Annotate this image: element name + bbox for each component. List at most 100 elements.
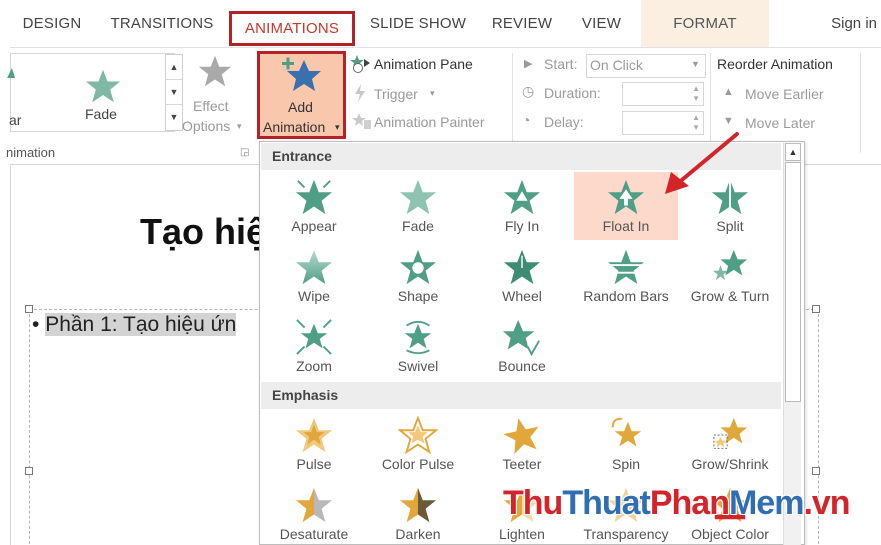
annotation-arrow-icon xyxy=(665,132,739,194)
effect-options-label-2: Options xyxy=(182,118,231,134)
anim-zoom[interactable]: Zoom xyxy=(262,312,366,380)
zoom-star-icon xyxy=(296,319,332,355)
anim-label: Float In xyxy=(602,218,650,234)
play-icon: ▶ xyxy=(524,58,533,70)
add-animation-button[interactable]: Add Animation ▾ xyxy=(257,51,346,139)
anim-label: Wheel xyxy=(502,288,542,304)
anim-label: Fly In xyxy=(504,218,540,234)
appear-star-icon xyxy=(295,179,333,215)
shape-star-icon xyxy=(399,249,437,285)
wheel-star-icon xyxy=(503,249,541,285)
resize-handle[interactable] xyxy=(812,467,820,475)
start-label: Start: xyxy=(544,56,578,72)
anim-grow-shrink[interactable]: Grow/Shrink xyxy=(678,410,782,478)
tab-design[interactable]: DESIGN xyxy=(14,0,90,47)
anim-fly-in[interactable]: Fly In xyxy=(470,172,574,240)
trigger-button[interactable]: Trigger ▾ xyxy=(353,84,453,106)
resize-handle[interactable] xyxy=(25,305,33,313)
anim-spin[interactable]: Spin xyxy=(574,410,678,478)
effect-options-star-icon xyxy=(198,55,232,87)
sign-in-link[interactable]: Sign in xyxy=(831,0,877,47)
anim-random-bars[interactable]: Random Bars xyxy=(574,242,678,310)
delay-clock-icon: ◔ xyxy=(522,112,531,128)
delay-label: Delay: xyxy=(544,114,584,130)
watermark-logo: ThuThuatPhanMem.vn xyxy=(503,484,851,522)
bounce-star-icon xyxy=(503,319,540,356)
anim-label: Fade xyxy=(402,218,434,234)
reorder-animation-title: Reorder Animation xyxy=(717,56,833,72)
resize-handle[interactable] xyxy=(812,305,820,313)
gallery-partial-label: ar xyxy=(9,112,22,128)
start-dropdown-icon: ▼ xyxy=(691,59,700,69)
tab-slide-show[interactable]: SLIDE SHOW xyxy=(368,0,468,47)
start-row: ▶ Start: On Click ▼ xyxy=(524,54,714,78)
anim-label: Zoom xyxy=(296,358,332,374)
anim-color-pulse[interactable]: Color Pulse xyxy=(366,410,470,478)
resize-handle[interactable] xyxy=(25,467,33,475)
add-animation-label-1: Add xyxy=(288,99,313,115)
spin-up-icon[interactable]: ▲ xyxy=(692,85,700,93)
anim-darken[interactable]: Darken xyxy=(366,480,470,545)
anim-label: Swivel xyxy=(397,358,439,374)
duration-spinner[interactable]: ▲ ▼ xyxy=(622,82,704,106)
scroll-thumb[interactable] xyxy=(785,162,801,402)
trigger-dropdown-icon: ▾ xyxy=(430,88,435,98)
gallery-scroll[interactable]: ▲ ▼ ▼ xyxy=(165,54,183,131)
grow-turn-star-icon xyxy=(712,249,748,281)
anim-appear[interactable]: Appear xyxy=(262,172,366,240)
tab-view[interactable]: VIEW xyxy=(573,0,630,47)
chevron-up-icon[interactable]: ▲ xyxy=(166,55,182,80)
anim-label: Split xyxy=(716,218,744,234)
animation-pane-icon xyxy=(350,55,370,73)
grow-shrink-star-icon xyxy=(713,417,748,449)
trigger-label: Trigger xyxy=(374,86,418,102)
tab-format[interactable]: FORMAT xyxy=(641,0,769,47)
scroll-up-icon[interactable]: ▲ xyxy=(785,143,801,161)
wipe-star-icon xyxy=(295,249,333,285)
effect-options-label-1: Effect xyxy=(193,98,229,114)
slide-title[interactable]: Tạo hiệ xyxy=(140,211,266,253)
anim-swivel[interactable]: Swivel xyxy=(366,312,470,380)
animation-pane-button[interactable]: Animation Pane xyxy=(349,54,499,76)
powerpoint-window: DESIGN TRANSITIONS ANIMATIONS SLIDE SHOW… xyxy=(0,0,881,545)
spin-down-icon[interactable]: ▼ xyxy=(692,95,700,103)
anim-bounce[interactable]: Bounce xyxy=(470,312,574,380)
start-select[interactable]: On Click ▼ xyxy=(586,54,706,78)
fade-star-icon xyxy=(85,69,121,103)
anim-label: Pulse xyxy=(296,456,332,472)
start-value: On Click xyxy=(590,57,643,73)
anim-shape[interactable]: Shape xyxy=(366,242,470,310)
anim-label: Wipe xyxy=(298,288,330,304)
animation-painter-icon xyxy=(352,113,371,129)
fly-in-star-icon xyxy=(503,179,541,215)
effect-options-button[interactable]: Effect Options ▾ xyxy=(182,54,248,140)
anim-label: Transparency xyxy=(583,526,669,542)
gallery-more-icon[interactable]: ▼ xyxy=(166,105,182,130)
ribbon-separator xyxy=(512,53,513,153)
dialog-launcher-icon[interactable]: ◲ xyxy=(240,147,249,158)
gallery-item-fade[interactable]: Fade xyxy=(79,62,127,132)
chevron-down-icon[interactable]: ▼ xyxy=(166,80,182,105)
duration-row: ◷ Duration: ▲ ▼ xyxy=(522,82,722,108)
anim-wipe[interactable]: Wipe xyxy=(262,242,366,310)
partial-star-icon xyxy=(7,68,15,78)
animation-group-label: nimation xyxy=(6,145,56,160)
animation-painter-button[interactable]: Animation Painter xyxy=(351,112,511,134)
anim-teeter[interactable]: Teeter xyxy=(470,410,574,478)
animation-painter-label: Animation Painter xyxy=(374,114,485,130)
tab-review[interactable]: REVIEW xyxy=(487,0,557,47)
effect-options-dropdown-icon: ▾ xyxy=(237,121,242,131)
selected-text: Phần 1: Tạo hiệu ứn xyxy=(45,313,237,336)
tab-animations[interactable]: ANIMATIONS xyxy=(229,11,355,46)
anim-desaturate[interactable]: Desaturate xyxy=(262,480,366,545)
anim-grow-turn[interactable]: Grow & Turn xyxy=(678,242,782,310)
tab-transitions[interactable]: TRANSITIONS xyxy=(104,0,220,47)
spin-up-icon[interactable]: ▲ xyxy=(692,114,700,122)
triangle-down-icon: ▼ xyxy=(723,115,734,127)
animation-gallery[interactable]: ar Fade xyxy=(7,53,175,132)
anim-wheel[interactable]: Wheel xyxy=(470,242,574,310)
move-earlier-button[interactable]: ▲ Move Earlier xyxy=(723,84,853,106)
anim-pulse[interactable]: Pulse xyxy=(262,410,366,478)
bullet-text[interactable]: • Phần 1: Tạo hiệu ứn xyxy=(32,313,237,337)
anim-fade[interactable]: Fade xyxy=(366,172,470,240)
